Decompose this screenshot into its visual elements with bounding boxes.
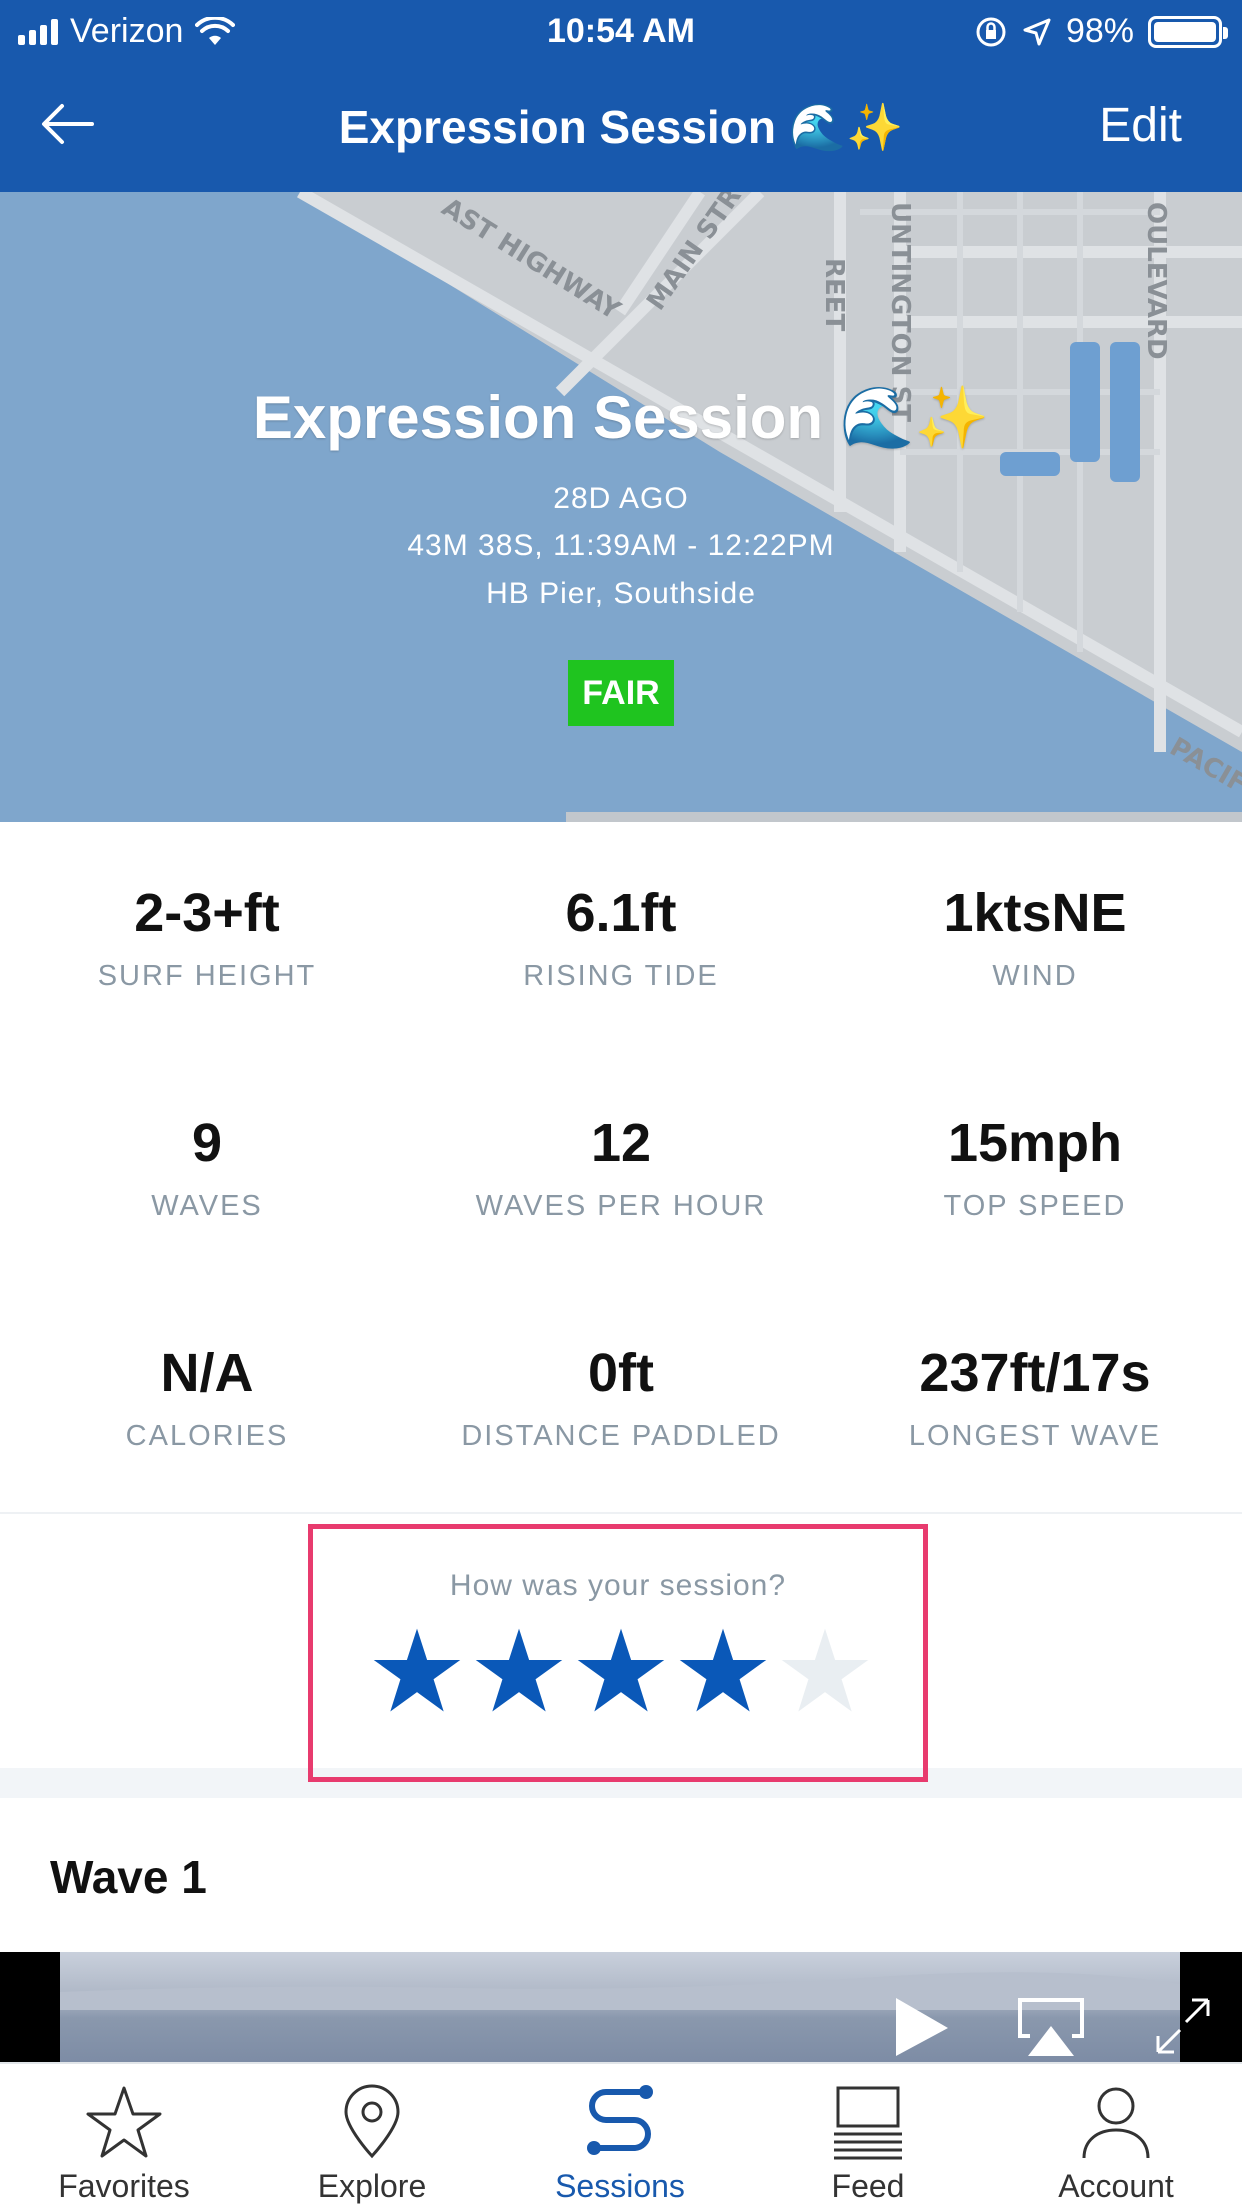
divider bbox=[0, 1512, 1242, 1514]
session-rating: How was your session? bbox=[308, 1524, 928, 1782]
tab-label: Feed bbox=[831, 2168, 905, 2204]
stat-value: 2-3+ft bbox=[134, 883, 280, 943]
tab-label: Favorites bbox=[58, 2168, 190, 2204]
stat-surf-height: 2-3+ft SURF HEIGHT bbox=[0, 882, 414, 993]
tab-bar: Favorites Explore Sessions Feed Account bbox=[0, 2062, 1242, 2208]
stat-distance-paddled: 0ft DISTANCE PADDLED bbox=[414, 1342, 828, 1453]
stat-waves: 9 WAVES bbox=[0, 1112, 414, 1223]
tab-label: Account bbox=[1058, 2168, 1174, 2204]
stat-label: CALORIES bbox=[125, 1420, 289, 1452]
battery-percent: 98% bbox=[1065, 12, 1134, 50]
stat-value: 0ft bbox=[588, 1343, 654, 1403]
tab-label: Sessions bbox=[555, 2168, 685, 2204]
stat-value: 237ft/17s bbox=[919, 1343, 1151, 1403]
top-bar: Verizon 10:54 AM 98% Expression Session … bbox=[0, 0, 1242, 192]
stat-value: N/A bbox=[160, 1343, 254, 1403]
nav-bar: Expression Session 🌊✨ Edit bbox=[0, 62, 1242, 192]
star-icon[interactable] bbox=[371, 1625, 463, 1717]
stat-top-speed: 15mph TOP SPEED bbox=[828, 1112, 1242, 1223]
tab-label: Explore bbox=[317, 2168, 427, 2204]
tab-account[interactable]: Account bbox=[992, 2064, 1240, 2208]
stat-calories: N/A CALORIES bbox=[0, 1342, 414, 1453]
location-pin-icon bbox=[344, 2084, 400, 2159]
star-rating bbox=[371, 1625, 871, 1717]
status-bar: Verizon 10:54 AM 98% bbox=[0, 0, 1242, 62]
star-icon bbox=[86, 2086, 162, 2158]
tab-sessions[interactable]: Sessions bbox=[496, 2064, 744, 2208]
surf-spot-name: HB Pier, Southside bbox=[486, 577, 756, 610]
rating-question: How was your session? bbox=[449, 1569, 787, 1602]
stat-value: 6.1ft bbox=[565, 883, 677, 943]
stat-rising-tide: 6.1ft RISING TIDE bbox=[414, 882, 828, 993]
location-arrow-icon bbox=[1023, 18, 1051, 45]
stat-wind: 1ktsNE WIND bbox=[828, 882, 1242, 993]
session-time-range: 43M 38S, 11:39AM - 12:22PM bbox=[407, 529, 835, 562]
condition-badge: FAIR bbox=[568, 660, 674, 726]
orientation-lock-icon bbox=[976, 17, 1006, 46]
stat-longest-wave: 237ft/17s LONGEST WAVE bbox=[828, 1342, 1242, 1453]
stat-label: WAVES PER HOUR bbox=[475, 1190, 767, 1222]
airplay-icon[interactable] bbox=[1016, 1996, 1086, 2056]
star-icon[interactable] bbox=[677, 1625, 769, 1717]
stat-label: WAVES bbox=[151, 1190, 263, 1222]
session-stats: 2-3+ft SURF HEIGHT 6.1ft RISING TIDE 1kt… bbox=[0, 822, 1242, 1512]
stat-label: WIND bbox=[992, 960, 1078, 992]
stat-value: 1ktsNE bbox=[943, 883, 1127, 943]
tab-explore[interactable]: Explore bbox=[248, 2064, 496, 2208]
video-thumbnail-scene bbox=[60, 1972, 1180, 2010]
star-icon[interactable] bbox=[575, 1625, 667, 1717]
stat-value: 12 bbox=[590, 1113, 652, 1173]
battery-icon bbox=[1148, 15, 1228, 48]
sessions-path-icon bbox=[587, 2085, 653, 2155]
wave-section-title: Wave 1 bbox=[50, 1851, 207, 1903]
expand-icon[interactable] bbox=[1150, 1996, 1214, 2056]
stat-value: 15mph bbox=[947, 1113, 1123, 1173]
session-title: Expression Session 🌊✨ bbox=[252, 384, 990, 451]
person-icon bbox=[1082, 2087, 1150, 2159]
wave-video-player[interactable] bbox=[0, 1952, 1242, 2062]
stat-label: LONGEST WAVE bbox=[908, 1420, 1162, 1452]
edit-button[interactable]: Edit bbox=[1099, 98, 1182, 153]
nav-title: Expression Session 🌊✨ bbox=[338, 101, 904, 153]
session-map-header: AST HIGHWAY MAIN STR REET UNTINGTON ST O… bbox=[0, 192, 1242, 822]
stat-label: DISTANCE PADDLED bbox=[461, 1420, 781, 1452]
play-icon[interactable] bbox=[890, 1996, 950, 2056]
star-icon[interactable] bbox=[473, 1625, 565, 1717]
tab-favorites[interactable]: Favorites bbox=[0, 2064, 248, 2208]
stat-label: RISING TIDE bbox=[523, 960, 719, 992]
stat-waves-per-hour: 12 WAVES PER HOUR bbox=[414, 1112, 828, 1223]
stat-label: TOP SPEED bbox=[943, 1190, 1127, 1222]
session-age: 28D AGO bbox=[553, 482, 689, 515]
stat-value: 9 bbox=[191, 1113, 223, 1173]
feed-icon bbox=[834, 2086, 902, 2160]
star-icon[interactable] bbox=[779, 1625, 871, 1717]
tab-feed[interactable]: Feed bbox=[744, 2064, 992, 2208]
stat-label: SURF HEIGHT bbox=[97, 960, 317, 992]
